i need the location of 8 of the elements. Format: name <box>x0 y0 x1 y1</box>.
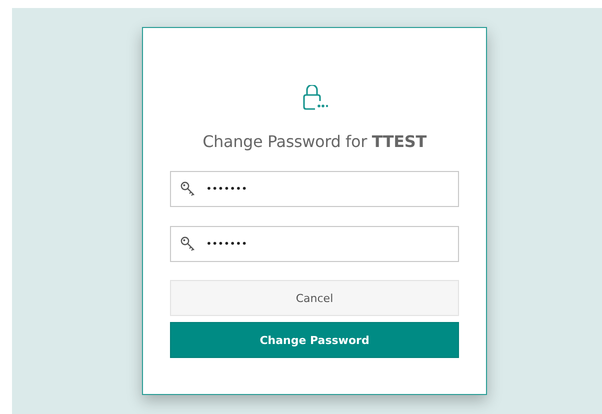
key-icon <box>180 236 196 252</box>
lock-icon <box>302 85 328 111</box>
password-field[interactable]: ••••••• <box>170 226 459 262</box>
change-password-button[interactable]: Change Password <box>170 322 459 358</box>
password-field[interactable]: ••••••• <box>170 171 459 207</box>
key-icon <box>180 181 196 197</box>
dialog-title: Change Password for TTEST <box>202 132 426 151</box>
cancel-button[interactable]: Cancel <box>170 280 459 316</box>
